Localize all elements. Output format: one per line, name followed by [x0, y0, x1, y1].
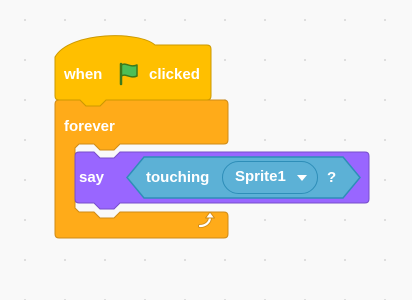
when-label: when: [64, 66, 103, 83]
code-workspace[interactable]: when clicked forever say touching Sprite…: [0, 0, 412, 300]
chevron-down-icon: [297, 175, 307, 181]
clicked-label: clicked: [149, 66, 200, 83]
sprite-dropdown-value: Sprite1: [235, 168, 286, 185]
question-mark-label: ?: [327, 169, 337, 186]
loop-arrow-icon: [198, 211, 215, 228]
touching-label: touching: [146, 169, 210, 186]
forever-label: forever: [64, 118, 115, 135]
sprite-dropdown[interactable]: Sprite1: [222, 161, 318, 194]
script-blocks-graphics: [54, 35, 370, 239]
green-flag-icon: [119, 62, 138, 86]
say-label: say: [79, 169, 105, 186]
